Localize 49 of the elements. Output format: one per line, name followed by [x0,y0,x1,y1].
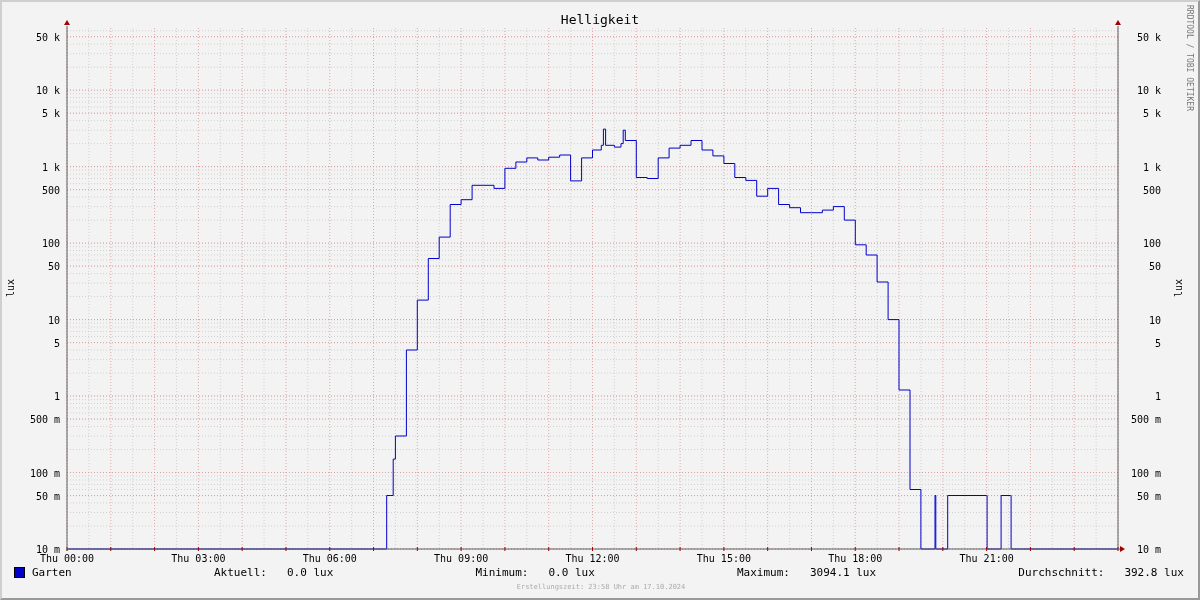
credit-text: RRDTOOL / TOBI OETIKER [1185,5,1194,111]
y-axis-label: lux [1173,278,1184,298]
stat-value: 392.8 lux [1124,566,1184,579]
x-tick-label: Thu 21:00 [959,553,1014,562]
y-tick-label: 1 [53,391,60,403]
x-tick-label: Thu 00:00 [39,553,95,562]
y-tick-label: 5 [53,337,60,349]
y-tick-label: 50 k [35,31,60,43]
legend-label: Garten [32,566,72,579]
y-tick-label: 10 [1148,314,1161,326]
stat-label: Maximum: [736,566,790,579]
stat-label: Aktuell: [213,566,267,579]
y-tick-label: 100 m [29,467,60,479]
y-tick-label: 5 k [1142,108,1161,120]
x-tick-label: Thu 09:00 [434,553,489,562]
y-tick-label: 10 k [35,85,60,97]
x-tick-label: Thu 03:00 [171,553,226,562]
y-tick-label: 100 m [1130,467,1161,479]
y-tick-label: 5 [1154,337,1161,349]
y-tick-label: 50 k [1136,31,1161,43]
y-tick-label: 50 [1148,261,1161,273]
y-tick-label: 500 [1142,184,1161,196]
y-tick-label: 500 m [1130,414,1161,426]
x-tick-label: Thu 18:00 [828,553,883,562]
chart-title: Helligkeit [560,12,640,27]
stat-label: Minimum: [475,566,529,579]
y-tick-label: 10 [47,314,60,326]
y-tick-label: 500 [41,184,60,196]
y-tick-label: 100 [41,238,60,250]
y-tick-label: 10 m [35,544,60,555]
x-tick-label: Thu 15:00 [696,553,751,562]
y-tick-label: 10 k [1136,85,1161,97]
y-tick-label: 500 m [29,414,60,426]
stat-label: Durchschnitt: [1018,566,1105,579]
y-tick-label: 50 m [35,490,60,502]
y-tick-label: 1 k [1142,161,1161,173]
y-tick-label: 10 m [1136,544,1161,555]
y-tick-label: 100 [1142,238,1161,250]
stat-value: 0.0 lux [286,566,334,579]
x-tick-label: Thu 12:00 [565,553,620,562]
y-tick-label: 50 m [1136,490,1161,502]
y-tick-label: 5 k [41,108,60,120]
stat-value: 3094.1 lux [809,566,877,579]
y-tick-label: 1 k [41,161,60,173]
y-tick-label: 1 [1154,391,1161,403]
stat-value: 0.0 lux [548,566,595,579]
y-axis-label: lux [5,278,16,298]
x-tick-label: Thu 06:00 [302,553,357,562]
y-tick-label: 50 [47,261,60,273]
